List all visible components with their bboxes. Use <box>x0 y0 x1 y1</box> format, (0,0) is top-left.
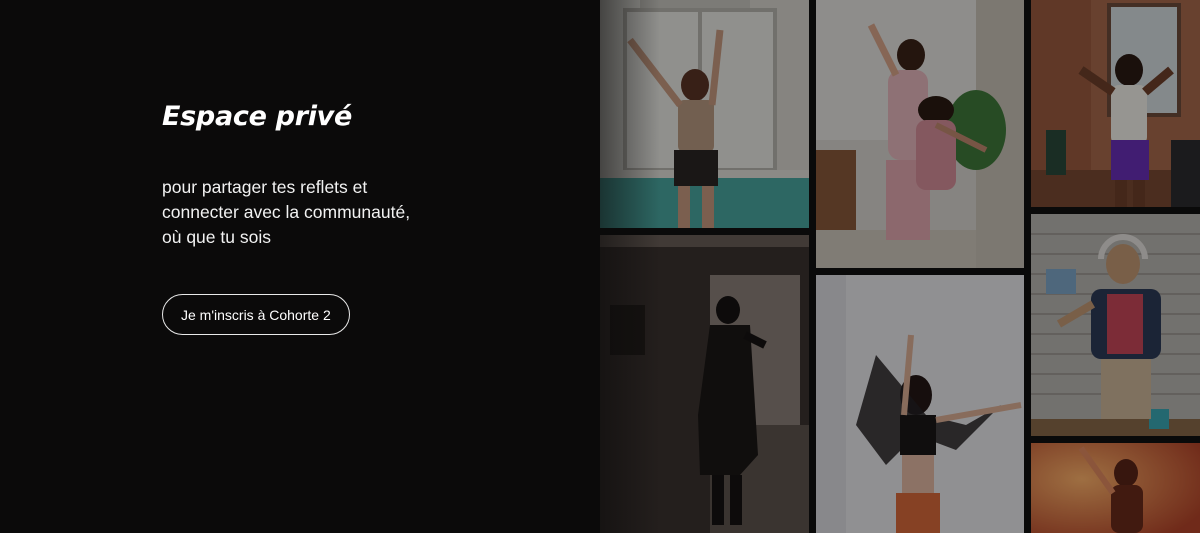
subtitle-line: connecter avec la communauté, <box>162 202 411 222</box>
woman-dancing-white-wall-photo <box>816 275 1024 533</box>
subtitle-line: pour partager tes reflets et <box>162 177 368 197</box>
silhouette-dancing-photo <box>600 235 809 533</box>
mother-daughter-dancing-photo <box>816 0 1024 268</box>
hero-section: Espace privé pour partager tes reflets e… <box>162 98 582 335</box>
hero-subtitle: pour partager tes reflets et connecter a… <box>162 175 462 250</box>
page: Espace privé pour partager tes reflets e… <box>0 0 1200 533</box>
woman-headphones-dancing-photo <box>1031 214 1200 436</box>
woman-dancing-orange-light-photo <box>1031 443 1200 533</box>
photo-collage <box>600 0 1200 533</box>
signup-button[interactable]: Je m'inscris à Cohorte 2 <box>162 294 350 335</box>
woman-dancing-livingroom-photo <box>1031 0 1200 207</box>
page-title: Espace privé <box>162 101 352 132</box>
dancing-woman-window-photo <box>600 0 809 228</box>
subtitle-line: où que tu sois <box>162 227 271 247</box>
